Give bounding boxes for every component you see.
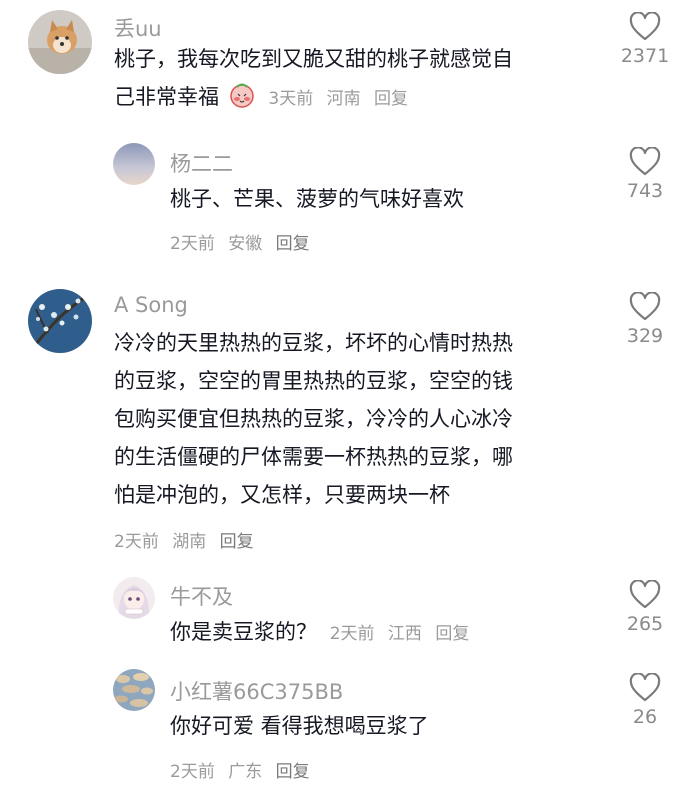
username[interactable]: 丢uu [114, 13, 162, 43]
comment-line: 你好可爱 看得我想喝豆浆了 [170, 714, 429, 738]
reply-button[interactable]: 回复 [276, 762, 310, 782]
like-count: 329 [626, 325, 664, 347]
comment-text: 冷冷的天里热热的豆浆，坏坏的心情时热热 的豆浆，空空的胃里热热的豆浆，空空的钱 … [114, 324, 594, 514]
like-button[interactable]: 2371 [610, 12, 680, 67]
username[interactable]: A Song [114, 293, 188, 317]
comment-meta: 2天前 安徽 回复 [170, 229, 318, 254]
comment-text: 你好可爱 看得我想喝豆浆了 [170, 707, 590, 745]
heart-outline-icon [629, 580, 661, 609]
avatar-blossom-image [28, 289, 92, 353]
username[interactable]: 杨二二 [170, 148, 233, 178]
heart-outline-icon [629, 147, 661, 176]
reply-button[interactable]: 回复 [374, 89, 408, 109]
comment-line: 的豆浆，空空的胃里热热的豆浆，空空的钱 [114, 369, 513, 393]
avatar-anime-image [113, 577, 155, 619]
avatar-xiaohongshu[interactable] [113, 669, 155, 711]
avatar-clouds-image [113, 669, 155, 711]
comment-time: 2天前 [170, 762, 215, 782]
comment-location: 河南 [326, 89, 361, 109]
comment-time: 2天前 [114, 532, 159, 552]
comment-meta: 2天前 江西 回复 [330, 624, 478, 644]
comment-location: 湖南 [172, 532, 207, 552]
comment-meta: 2天前 湖南 回复 [114, 527, 262, 552]
avatar-yang-erer[interactable] [113, 143, 155, 185]
comment-time: 2天前 [170, 234, 215, 254]
reply-button[interactable]: 回复 [276, 234, 310, 254]
blush-face-emoji-icon [228, 81, 256, 121]
heart-outline-icon [629, 292, 661, 321]
avatar-dog-image [28, 10, 92, 74]
comment-line: 冷冷的天里热热的豆浆，坏坏的心情时热热 [114, 331, 513, 355]
comment-meta: 2天前 广东 回复 [170, 757, 318, 782]
comment-location: 安徽 [228, 234, 263, 254]
avatar-diu-uu[interactable] [28, 10, 92, 74]
like-button[interactable]: 26 [610, 673, 680, 728]
avatar-a-song[interactable] [28, 289, 92, 353]
comment-line-with-meta: 你是卖豆浆的？ 2天前 江西 回复 [170, 613, 600, 653]
reply-button[interactable]: 回复 [435, 624, 469, 644]
comment-location: 江西 [387, 624, 422, 644]
like-count: 26 [632, 706, 658, 728]
avatar-sky-image [113, 143, 155, 185]
avatar-niu-buji[interactable] [113, 577, 155, 619]
comment-meta: 3天前 河南 回复 [268, 89, 416, 109]
heart-outline-icon [629, 12, 661, 41]
username[interactable]: 牛不及 [170, 581, 233, 611]
comment-line: 桃子，我每次吃到又脆又甜的桃子就感觉自 [114, 47, 513, 71]
comment-location: 广东 [228, 762, 263, 782]
comment-line: 怕是冲泡的，又怎样，只要两块一杯 [114, 483, 450, 507]
comment-line: 你是卖豆浆的？ [170, 620, 317, 644]
comment-line: 包购买便宜但热热的豆浆，冷冷的人心冰冷 [114, 407, 513, 431]
comment-line: 的生活僵硬的尸体需要一杯热热的豆浆，哪 [114, 445, 513, 469]
username[interactable]: 小红薯66C375BB [170, 676, 343, 706]
like-count: 743 [626, 180, 664, 202]
comment-line: 己非常幸福 [114, 85, 219, 109]
comment-text: 桃子，我每次吃到又脆又甜的桃子就感觉自 己非常幸福 3天前 河南 回复 [114, 40, 594, 121]
comment-line-with-meta: 己非常幸福 3天前 河南 回复 [114, 78, 594, 121]
like-button[interactable]: 265 [610, 580, 680, 635]
comment-text: 你是卖豆浆的？ 2天前 江西 回复 [170, 613, 600, 653]
like-button[interactable]: 329 [610, 292, 680, 347]
like-count: 265 [626, 613, 664, 635]
reply-button[interactable]: 回复 [220, 532, 254, 552]
comment-line: 桃子、芒果、菠萝的气味好喜欢 [170, 187, 464, 211]
comment-time: 2天前 [329, 624, 375, 644]
heart-outline-icon [629, 673, 661, 702]
like-count: 2371 [620, 45, 670, 67]
comment-text: 桃子、芒果、菠萝的气味好喜欢 [170, 180, 590, 218]
comment-time: 3天前 [268, 89, 314, 109]
like-button[interactable]: 743 [610, 147, 680, 202]
